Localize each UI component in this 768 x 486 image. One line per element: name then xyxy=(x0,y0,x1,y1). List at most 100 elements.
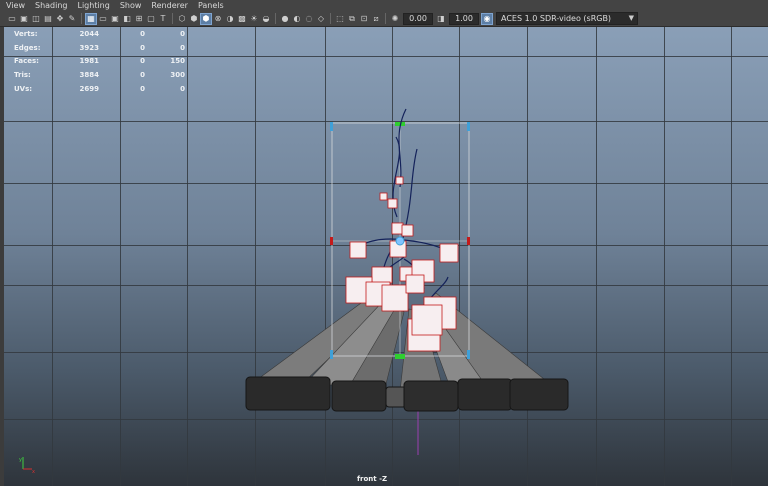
axis-y-label: y xyxy=(19,457,22,463)
hud-value: 0 xyxy=(140,84,145,93)
camera-attributes-icon[interactable]: ▣ xyxy=(19,14,29,24)
bbox-handle[interactable] xyxy=(467,237,470,245)
base-stone[interactable] xyxy=(457,378,513,411)
base-stone[interactable] xyxy=(245,376,331,411)
shadows-icon[interactable]: ▩ xyxy=(237,14,247,24)
leaf-card[interactable] xyxy=(401,224,414,237)
toolbar-divider xyxy=(172,13,173,24)
color-management-icon[interactable]: ◉ xyxy=(481,12,493,25)
3d-viewport[interactable]: Verts: 2044 0 0 Edges: 3923 0 0 Faces: 1… xyxy=(4,27,768,486)
leaf-card[interactable] xyxy=(379,192,388,201)
xray-active-icon[interactable]: ⧉ xyxy=(347,14,357,24)
exposure-icon[interactable]: ✺ xyxy=(390,14,400,24)
gamma-icon[interactable]: ◨ xyxy=(436,14,446,24)
panel-toolbar: ▭ ▣ ◫ ▤ ✥ ✎ ▦ ▭ ▣ ◧ ⊞ ▢ T ⬡ ⬢ ⬢ ⊗ ◑ ▩ ☀ … xyxy=(0,11,768,27)
hud-value: 2044 xyxy=(79,29,99,38)
wireframe-on-shaded-icon[interactable]: ⬢ xyxy=(200,12,212,25)
hud-value: 0 xyxy=(140,43,145,52)
hud-label: UVs: xyxy=(14,84,33,93)
hud-value: 300 xyxy=(170,71,185,80)
hud-row-faces: Faces: 1981 0 150 xyxy=(14,55,185,69)
bookmark-icon[interactable]: ◫ xyxy=(31,14,41,24)
field-chart-icon[interactable]: ⊞ xyxy=(134,14,144,24)
image-plane-icon[interactable]: ▤ xyxy=(43,14,53,24)
exposure-field[interactable]: 0.00 xyxy=(403,12,433,25)
poly-count-hud: Verts: 2044 0 0 Edges: 3923 0 0 Faces: 1… xyxy=(14,27,185,96)
leaf-card[interactable] xyxy=(381,284,409,312)
menu-shading[interactable]: Shading xyxy=(29,0,72,11)
hud-label: Faces: xyxy=(14,57,39,66)
safe-action-icon[interactable]: ▢ xyxy=(146,14,156,24)
pivot-handle[interactable] xyxy=(395,354,405,359)
menu-lighting[interactable]: Lighting xyxy=(71,0,113,11)
color-space-value: ACES 1.0 SDR-video (sRGB) xyxy=(501,14,612,23)
grid-icon[interactable]: ▦ xyxy=(85,12,97,25)
light-icon[interactable]: ☀ xyxy=(249,14,259,24)
leaf-card[interactable] xyxy=(439,243,459,263)
menu-view[interactable]: View xyxy=(0,0,29,11)
hud-value: 150 xyxy=(170,57,185,66)
depth-of-field-icon[interactable]: ◌ xyxy=(304,14,314,24)
hud-value: 3884 xyxy=(79,71,99,80)
base-stone[interactable] xyxy=(403,380,459,412)
two-d-pan-icon[interactable]: ✥ xyxy=(55,14,65,24)
xray-icon[interactable]: ⬚ xyxy=(335,14,345,24)
base-stone[interactable] xyxy=(509,378,569,411)
safe-title-icon[interactable]: T xyxy=(158,14,168,24)
film-gate-icon[interactable]: ▭ xyxy=(98,14,108,24)
bbox-handle[interactable] xyxy=(330,237,333,245)
leaf-card[interactable] xyxy=(405,274,425,294)
xray-joints-icon[interactable]: ⊡ xyxy=(359,14,369,24)
bbox-handle[interactable] xyxy=(330,350,333,359)
menu-renderer[interactable]: Renderer xyxy=(145,0,192,11)
anti-aliasing-icon[interactable]: ◐ xyxy=(292,14,302,24)
hud-value: 0 xyxy=(180,29,185,38)
hud-row-edges: Edges: 3923 0 0 xyxy=(14,41,185,55)
wireframe-icon[interactable]: ⬡ xyxy=(177,14,187,24)
base-stone[interactable] xyxy=(385,386,407,408)
isolate-select-icon[interactable]: ◇ xyxy=(316,14,326,24)
toolbar-divider xyxy=(330,13,331,24)
hud-value: 0 xyxy=(140,29,145,38)
smooth-shade-icon[interactable]: ⬢ xyxy=(189,14,199,24)
bbox-handle[interactable] xyxy=(467,122,470,131)
gamma-field[interactable]: 1.00 xyxy=(449,12,479,25)
bbox-handle[interactable] xyxy=(467,350,470,359)
leaf-card[interactable] xyxy=(395,176,404,185)
hud-row-tris: Tris: 3884 0 300 xyxy=(14,68,185,82)
leaf-card[interactable] xyxy=(349,241,367,259)
base-stone[interactable] xyxy=(331,380,387,412)
use-all-lights-icon[interactable]: ◑ xyxy=(225,14,235,24)
leaf-card[interactable] xyxy=(411,304,443,336)
backface-icon[interactable]: ⧄ xyxy=(371,14,381,24)
grease-pencil-icon[interactable]: ✎ xyxy=(67,14,77,24)
pivot-point[interactable] xyxy=(395,236,405,246)
color-space-dropdown[interactable]: ACES 1.0 SDR-video (sRGB) ▼ xyxy=(496,12,638,25)
resolution-gate-icon[interactable]: ▣ xyxy=(110,14,120,24)
chevron-down-icon: ▼ xyxy=(628,14,634,22)
leaf-card[interactable] xyxy=(387,198,398,209)
menu-show[interactable]: Show xyxy=(114,0,146,11)
gate-mask-icon[interactable]: ◧ xyxy=(122,14,132,24)
leaf-card[interactable] xyxy=(391,222,404,235)
panel-menu-bar: View Shading Lighting Show Renderer Pane… xyxy=(0,0,768,11)
hud-value: 1981 xyxy=(79,57,99,66)
hud-label: Edges: xyxy=(14,43,41,52)
ambient-occlusion-icon[interactable]: ◒ xyxy=(261,14,271,24)
hud-value: 2699 xyxy=(79,84,99,93)
maya-viewport-panel: View Shading Lighting Show Renderer Pane… xyxy=(0,0,768,486)
scene-geometry[interactable] xyxy=(4,27,768,486)
axis-x-label: x xyxy=(32,469,35,475)
leaf-card[interactable] xyxy=(371,266,393,284)
hud-value: 0 xyxy=(180,43,185,52)
motion-blur-icon[interactable]: ● xyxy=(280,14,290,24)
hud-row-uvs: UVs: 2699 0 0 xyxy=(14,82,185,96)
toolbar-divider xyxy=(275,13,276,24)
bbox-handle[interactable] xyxy=(330,122,333,131)
menu-panels[interactable]: Panels xyxy=(192,0,228,11)
select-camera-icon[interactable]: ▭ xyxy=(7,14,17,24)
textured-icon[interactable]: ⊗ xyxy=(213,14,223,24)
view-axis-gizmo: y x xyxy=(19,457,35,475)
hud-value: 0 xyxy=(140,71,145,80)
hud-label: Verts: xyxy=(14,29,38,38)
